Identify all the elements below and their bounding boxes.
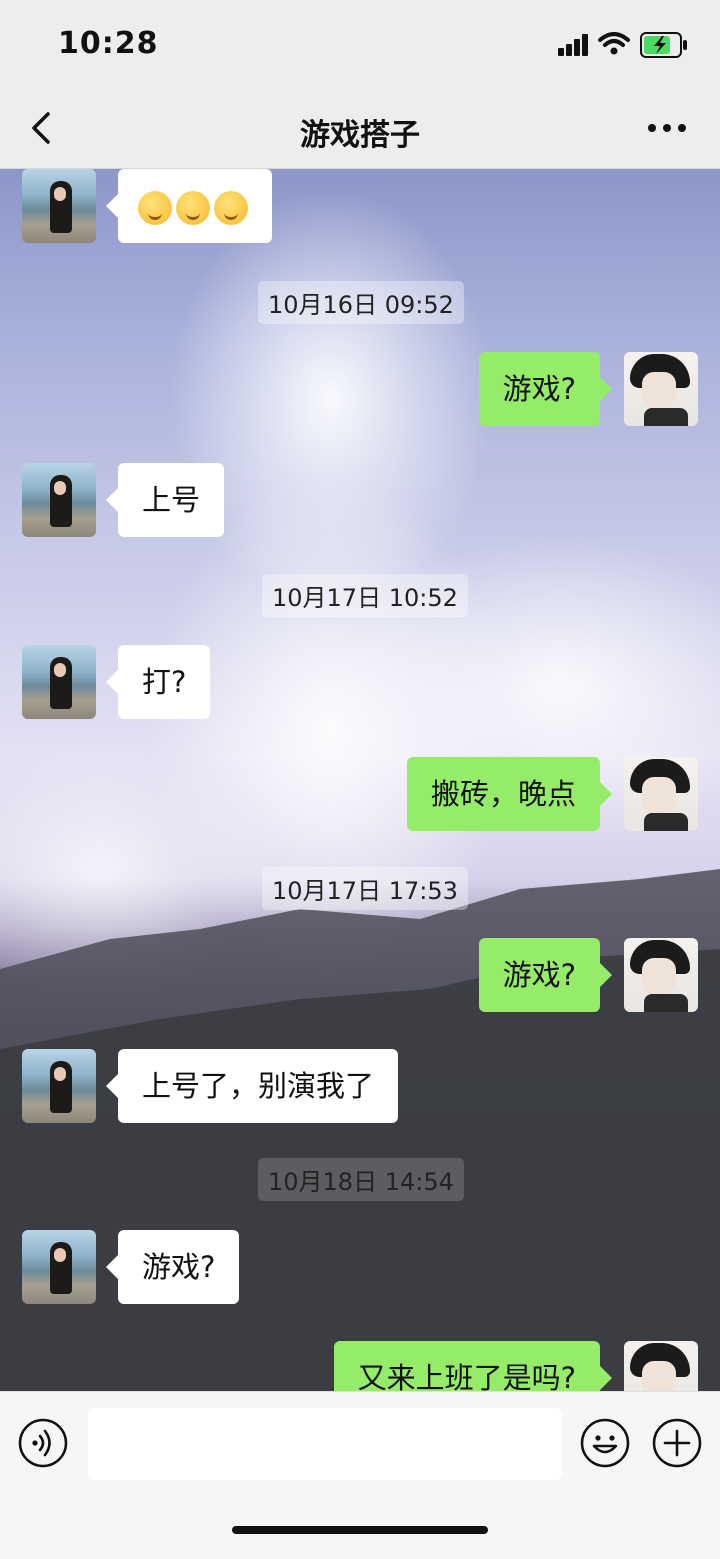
avatar-self[interactable] [624, 757, 698, 831]
emoji-icon [176, 191, 210, 225]
message-input[interactable] [88, 1408, 562, 1480]
timestamp: 10月17日 10:52 [262, 574, 468, 617]
message-bubble-outgoing[interactable]: 游戏? [478, 352, 613, 426]
signal-icon [558, 34, 588, 56]
avatar-contact[interactable] [22, 463, 96, 537]
status-bar: 10:28 [0, 0, 720, 90]
avatar-self[interactable] [624, 1341, 698, 1391]
emoji-icon [214, 191, 248, 225]
home-indicator [232, 1526, 488, 1534]
message-bubble-outgoing[interactable]: 搬砖，晚点 [406, 757, 613, 831]
battery-icon [640, 32, 687, 58]
more-dots-icon[interactable] [640, 110, 694, 146]
message-bubble-incoming[interactable]: 打? [105, 645, 211, 719]
status-time: 10:28 [58, 26, 159, 61]
message-bubble-incoming[interactable]: 上号 [105, 463, 225, 537]
timestamp: 10月18日 14:54 [258, 1158, 464, 1201]
input-bar [0, 1391, 720, 1559]
message-bubble-incoming[interactable] [106, 169, 272, 243]
timestamp: 10月16日 09:52 [258, 281, 464, 324]
wifi-icon [598, 32, 630, 55]
avatar-contact[interactable] [22, 169, 96, 243]
background-mountain [0, 869, 720, 1391]
chat-area[interactable]: 10月16日 09:52 游戏? 上号 10月17日 10:52 打? 搬砖，晚… [0, 169, 720, 1391]
avatar-self[interactable] [624, 938, 698, 1012]
plus-icon[interactable] [652, 1418, 702, 1468]
message-bubble-incoming[interactable]: 游戏? [105, 1230, 240, 1304]
avatar-self[interactable] [624, 352, 698, 426]
emoji-icon [138, 191, 172, 225]
chat-title: 游戏搭子 [300, 118, 420, 153]
voice-icon[interactable] [18, 1418, 68, 1468]
timestamp: 10月17日 17:53 [262, 867, 468, 910]
message-bubble-outgoing[interactable]: 游戏? [478, 938, 613, 1012]
emoji-icon[interactable] [580, 1418, 630, 1468]
message-bubble-outgoing[interactable]: 又来上班了是吗? [333, 1341, 613, 1391]
nav-bar: 游戏搭子 [0, 90, 720, 169]
avatar-contact[interactable] [22, 1049, 96, 1123]
message-bubble-incoming[interactable]: 上号了，别演我了 [105, 1049, 399, 1123]
avatar-contact[interactable] [22, 645, 96, 719]
avatar-contact[interactable] [22, 1230, 96, 1304]
